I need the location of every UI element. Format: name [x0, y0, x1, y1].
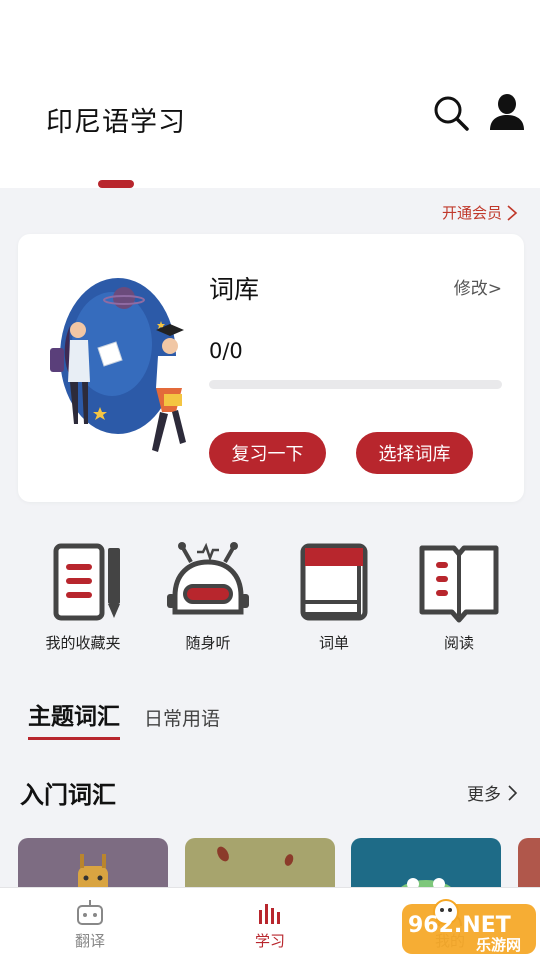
watermark-text: 962.NET	[408, 913, 511, 938]
chevron-right-icon	[508, 784, 518, 801]
nav-label: 学习	[254, 932, 285, 950]
section-title: 入门词汇	[20, 781, 116, 809]
progress-bar	[209, 380, 502, 389]
vip-label: 开通会员	[441, 204, 502, 222]
nav-study[interactable]: 学习	[230, 898, 310, 951]
feature-favorites[interactable]: 我的收藏夹	[28, 540, 138, 653]
tab-topic-vocab[interactable]: 主题词汇	[28, 697, 120, 740]
bars-icon	[259, 904, 280, 924]
feature-grid: 我的收藏夹 随身听 词单 阅读	[0, 540, 540, 660]
feature-label: 随身听	[185, 634, 231, 652]
feature-label: 我的收藏夹	[45, 634, 121, 652]
feature-reading[interactable]: 阅读	[404, 540, 514, 653]
chevron-right-icon	[507, 204, 518, 221]
robot-icon	[77, 900, 103, 925]
app-header: 印尼语学习	[0, 0, 540, 188]
favorites-notebook-icon	[53, 543, 120, 621]
edit-vocab-link[interactable]: 修改>	[454, 274, 502, 299]
feature-listen[interactable]: 随身听	[153, 540, 263, 653]
robot-radio-icon	[167, 542, 249, 615]
feature-label: 阅读	[443, 634, 474, 652]
more-label: 更多	[467, 785, 501, 805]
nav-label: 翻译	[74, 932, 105, 950]
user-profile-icon[interactable]	[488, 92, 526, 132]
search-icon[interactable]	[432, 94, 470, 132]
open-book-icon	[419, 545, 499, 623]
watermark-logo: 962.NET 乐游网	[402, 899, 536, 954]
vocab-card-title: 词库	[209, 275, 260, 304]
tab-daily-phrases[interactable]: 日常用语	[144, 704, 220, 740]
choose-vocab-button[interactable]: 选择词库	[356, 432, 473, 474]
word-book-icon	[300, 543, 368, 621]
students-illustration	[50, 278, 186, 452]
feature-word-list[interactable]: 词单	[279, 540, 389, 653]
feature-label: 词单	[318, 634, 349, 652]
topic-tabs: 主题词汇 日常用语	[28, 697, 220, 740]
nav-translate[interactable]: 翻译	[50, 898, 130, 951]
review-button[interactable]: 复习一下	[209, 432, 326, 474]
more-link[interactable]: 更多	[467, 780, 518, 805]
header-tab-indicator	[98, 180, 134, 188]
app-title: 印尼语学习	[46, 107, 186, 138]
vocab-card: 词库 修改> 0/0 复习一下 选择词库	[18, 234, 524, 502]
progress-count: 0/0	[209, 339, 243, 363]
open-vip-link[interactable]: 开通会员	[442, 202, 518, 223]
watermark-subtext: 乐游网	[476, 936, 521, 954]
